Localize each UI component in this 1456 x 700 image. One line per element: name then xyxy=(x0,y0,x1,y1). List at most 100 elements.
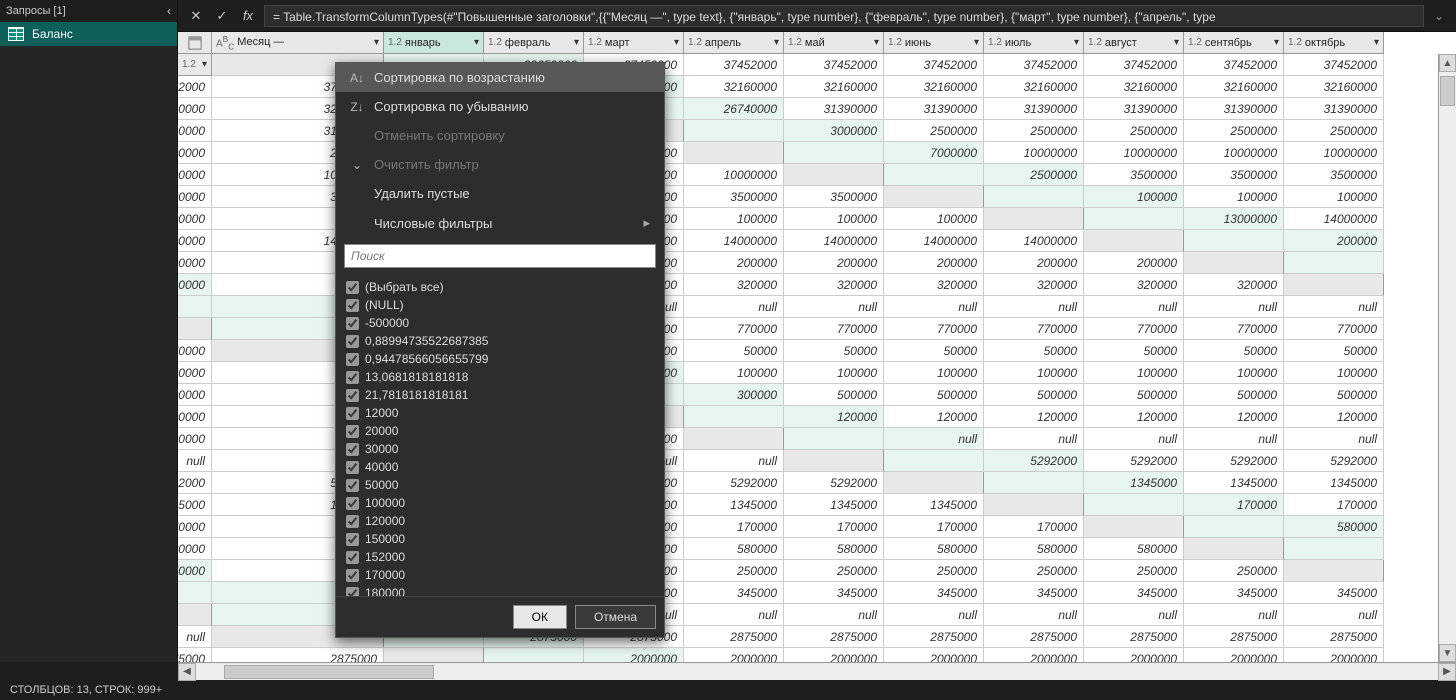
grid-cell[interactable]: 345000 xyxy=(1284,582,1384,604)
grid-cell[interactable]: 100000 xyxy=(984,362,1084,384)
grid-cell[interactable]: 250000 xyxy=(1084,560,1184,582)
grid-cell[interactable]: 5292000 xyxy=(784,472,884,494)
grid-cell[interactable]: 37452000 xyxy=(684,54,784,76)
grid-cell[interactable]: 250000 xyxy=(784,560,884,582)
grid-cell[interactable] xyxy=(1184,516,1284,538)
query-item-balance[interactable]: Баланс xyxy=(0,22,177,46)
grid-cell[interactable]: 250000 xyxy=(1184,560,1284,582)
grid-cell[interactable]: null xyxy=(684,604,784,626)
filter-checkbox[interactable] xyxy=(346,281,359,294)
column-header[interactable]: ABCМесяц —▾ xyxy=(212,32,384,54)
grid-cell[interactable]: 10000000 xyxy=(984,142,1084,164)
grid-cell[interactable]: 320000 xyxy=(884,274,984,296)
grid-cell[interactable]: 2500000 xyxy=(1184,120,1284,142)
grid-cell[interactable]: null xyxy=(884,604,984,626)
row-number[interactable] xyxy=(884,186,984,208)
grid-cell[interactable] xyxy=(1284,538,1384,560)
column-dropdown-icon[interactable]: ▾ xyxy=(1374,37,1379,48)
grid-cell[interactable]: null xyxy=(178,626,212,648)
grid-cell[interactable]: 320000 xyxy=(178,274,212,296)
grid-cell[interactable]: 14000000 xyxy=(984,230,1084,252)
grid-cell[interactable]: 345000 xyxy=(884,582,984,604)
column-dropdown-icon[interactable]: ▾ xyxy=(202,59,207,70)
grid-cell[interactable]: 200000 xyxy=(784,252,884,274)
grid-cell[interactable]: 320000 xyxy=(784,274,884,296)
grid-cell[interactable]: 100000 xyxy=(1184,362,1284,384)
filter-checkbox[interactable] xyxy=(346,389,359,402)
grid-cell[interactable]: 2875000 xyxy=(178,648,212,662)
sort-ascending[interactable]: A↓ Сортировка по возрастанию xyxy=(336,63,664,92)
grid-cell[interactable]: 2000000 xyxy=(584,648,684,662)
filter-checkbox[interactable] xyxy=(346,407,359,420)
grid-cell[interactable]: 2875000 xyxy=(1284,626,1384,648)
filter-value-item[interactable]: 120000 xyxy=(346,512,660,530)
grid-cell[interactable]: null xyxy=(884,428,984,450)
grid-cell[interactable]: 500000 xyxy=(1284,384,1384,406)
filter-value-item[interactable]: 0,88994735522687385 xyxy=(346,332,660,350)
grid-cell[interactable]: 580000 xyxy=(984,538,1084,560)
grid-cell[interactable]: 345000 xyxy=(984,582,1084,604)
grid-cell[interactable]: 320000 xyxy=(684,274,784,296)
grid-cell[interactable]: 2875000 xyxy=(984,626,1084,648)
grid-cell[interactable]: 2500000 xyxy=(984,164,1084,186)
grid-cell[interactable]: 320000 xyxy=(984,274,1084,296)
row-number[interactable] xyxy=(384,648,484,662)
grid-cell[interactable]: 32160000 xyxy=(1184,76,1284,98)
column-header[interactable]: 1.2октябрь▾ xyxy=(1284,32,1384,54)
filter-values-list[interactable]: (Выбрать все)(NULL)-5000000,889947355226… xyxy=(336,274,664,596)
filter-value-item[interactable]: 100000 xyxy=(346,494,660,512)
grid-cell[interactable]: 14000000 xyxy=(784,230,884,252)
grid-cell[interactable]: 100000 xyxy=(684,362,784,384)
column-dropdown-icon[interactable]: ▾ xyxy=(874,37,879,48)
grid-cell[interactable]: 500000 xyxy=(1184,384,1284,406)
filter-search-input[interactable] xyxy=(344,244,656,268)
grid-cell[interactable]: 31390000 xyxy=(984,98,1084,120)
grid-cell[interactable]: 100000 xyxy=(1084,362,1184,384)
grid-cell[interactable]: 120000 xyxy=(884,406,984,428)
grid-cell[interactable]: 2500000 xyxy=(984,120,1084,142)
grid-cell[interactable]: null xyxy=(884,296,984,318)
row-number[interactable] xyxy=(784,164,884,186)
grid-cell[interactable]: 1345000 xyxy=(1184,472,1284,494)
number-filters[interactable]: Числовые фильтры ▸ xyxy=(336,208,664,238)
row-number[interactable] xyxy=(178,318,212,340)
grid-cell[interactable]: 100000 xyxy=(178,384,212,406)
scroll-right-icon[interactable]: ▶ xyxy=(1438,663,1456,681)
grid-cell[interactable] xyxy=(178,296,212,318)
grid-cell[interactable]: 770000 xyxy=(1184,318,1284,340)
collapse-panel-icon[interactable]: ‹ xyxy=(167,4,171,18)
grid-cell[interactable]: 120000 xyxy=(178,428,212,450)
grid-cell[interactable]: 32160000 xyxy=(784,76,884,98)
grid-cell[interactable] xyxy=(784,142,884,164)
filter-value-item[interactable]: 30000 xyxy=(346,440,660,458)
formula-input[interactable]: = Table.TransformColumnTypes(#"Повышенны… xyxy=(264,5,1424,27)
grid-cell[interactable]: 14000000 xyxy=(884,230,984,252)
grid-cell[interactable]: 250000 xyxy=(178,560,212,582)
grid-cell[interactable]: 3500000 xyxy=(1284,164,1384,186)
grid-cell[interactable]: 770000 xyxy=(884,318,984,340)
grid-cell[interactable]: 580000 xyxy=(1084,538,1184,560)
filter-checkbox[interactable] xyxy=(346,371,359,384)
grid-cell[interactable]: 31390000 xyxy=(1284,98,1384,120)
grid-cell[interactable]: 2000000 xyxy=(784,648,884,662)
grid-cell[interactable]: 120000 xyxy=(1184,406,1284,428)
grid-cell[interactable]: null xyxy=(1084,428,1184,450)
grid-cell[interactable]: null xyxy=(1184,428,1284,450)
grid-cell[interactable]: 2875000 xyxy=(212,648,384,662)
grid-cell[interactable]: null xyxy=(178,450,212,472)
grid-cell[interactable]: 1345000 xyxy=(784,494,884,516)
column-dropdown-icon[interactable]: ▾ xyxy=(474,37,479,48)
grid-cell[interactable]: 31390000 xyxy=(784,98,884,120)
expand-formula-icon[interactable]: ⌄ xyxy=(1430,9,1448,23)
grid-cell[interactable]: 10000000 xyxy=(178,164,212,186)
grid-cell[interactable]: 100000 xyxy=(684,208,784,230)
column-header[interactable]: 1.2ноябрь▾ xyxy=(178,54,212,76)
grid-cell[interactable]: 2500000 xyxy=(1284,120,1384,142)
grid-cell[interactable]: null xyxy=(1084,296,1184,318)
filter-value-item[interactable]: 180000 xyxy=(346,584,660,596)
grid-cell[interactable]: 500000 xyxy=(884,384,984,406)
grid-cell[interactable]: 250000 xyxy=(984,560,1084,582)
grid-cell[interactable]: 1345000 xyxy=(1284,472,1384,494)
grid-cell[interactable]: 170000 xyxy=(1184,494,1284,516)
grid-cell[interactable]: 250000 xyxy=(884,560,984,582)
